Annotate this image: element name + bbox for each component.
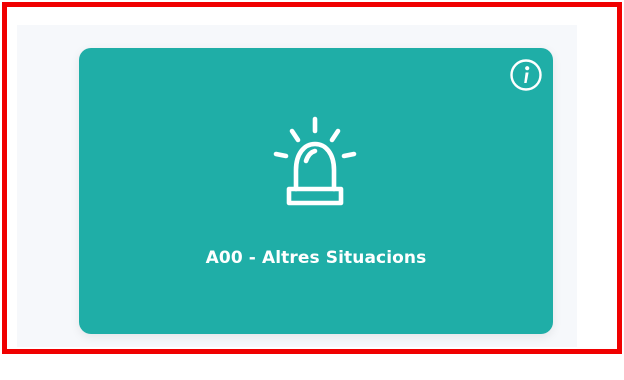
screenshot-frame: A00 - Altres Situacions bbox=[0, 0, 624, 380]
siren-icon bbox=[273, 116, 357, 206]
info-icon[interactable] bbox=[509, 58, 543, 92]
incident-type-card[interactable]: A00 - Altres Situacions bbox=[79, 48, 553, 334]
selection-highlight: A00 - Altres Situacions bbox=[2, 2, 622, 354]
card-title: A00 - Altres Situacions bbox=[205, 248, 427, 268]
card-panel: A00 - Altres Situacions bbox=[17, 25, 577, 347]
